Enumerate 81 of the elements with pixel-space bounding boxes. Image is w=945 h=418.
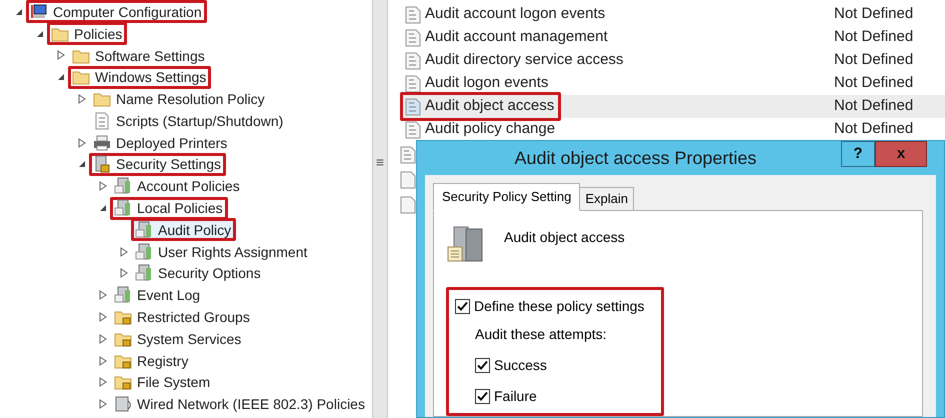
policy-icon: [405, 6, 421, 24]
expanded-arrow-icon[interactable]: [78, 160, 86, 168]
network-icon: [114, 395, 132, 414]
collapsed-arrow-icon[interactable]: [99, 312, 107, 322]
help-button[interactable]: ?: [841, 141, 875, 167]
tree-item[interactable]: System Services: [110, 327, 246, 350]
tab[interactable]: Explain: [579, 187, 634, 211]
policy-icon: [405, 52, 421, 70]
splitter[interactable]: ≡: [372, 0, 388, 418]
tree-item[interactable]: Registry: [110, 349, 194, 372]
expanded-arrow-icon[interactable]: [36, 30, 44, 38]
collapsed-arrow-icon[interactable]: [99, 399, 107, 410]
tree-item[interactable]: Computer Configuration: [26, 0, 207, 24]
checkbox[interactable]: [475, 358, 490, 373]
tree-item[interactable]: Audit Policy: [131, 218, 236, 242]
tree-item[interactable]: Policies: [47, 22, 128, 46]
policy-setting: Not Defined: [834, 73, 914, 94]
policy-setting: Not Defined: [834, 27, 914, 48]
collapsed-arrow-icon[interactable]: [99, 377, 107, 388]
tree-item[interactable]: Windows Settings: [68, 66, 212, 89]
expanded-arrow-icon[interactable]: [57, 73, 65, 82]
printer-icon: [93, 134, 111, 152]
collapsed-arrow-icon[interactable]: [78, 94, 86, 104]
collapsed-arrow-icon[interactable]: [99, 290, 107, 300]
policy-icon: [405, 120, 421, 138]
tree-item[interactable]: Software Settings: [68, 44, 210, 67]
policy-icon: [405, 98, 421, 116]
policy-row[interactable]: Audit logon events Not Defined: [400, 72, 945, 95]
policy-icon: [405, 28, 421, 46]
tree-item[interactable]: File System: [110, 370, 216, 394]
server-icon: [135, 242, 153, 261]
dialog-title: Audit object access Properties: [514, 146, 757, 170]
collapsed-arrow-icon[interactable]: [120, 246, 128, 257]
collapsed-arrow-icon[interactable]: [57, 50, 65, 60]
policy-name-label: Audit object access: [400, 92, 562, 121]
collapsed-arrow-icon[interactable]: [99, 334, 107, 344]
checkbox-label: Define these policy settings: [474, 296, 644, 316]
splitter-grip: ≡: [376, 155, 384, 169]
collapsed-arrow-icon[interactable]: [99, 356, 107, 366]
server-icon: [135, 264, 153, 282]
checkbox[interactable]: [475, 389, 490, 404]
policy-name: Audit object access: [504, 228, 625, 247]
tree-item[interactable]: Deployed Printers: [89, 131, 232, 154]
collapsed-arrow-icon[interactable]: [78, 138, 86, 148]
close-button[interactable]: x: [875, 141, 927, 167]
policy-setting: Not Defined: [834, 119, 914, 140]
collapsed-arrow-icon[interactable]: [120, 268, 128, 278]
policy-row[interactable]: Audit object access Not Defined: [400, 95, 945, 118]
locked-server-icon: [93, 155, 111, 174]
policy-setting: Not Defined: [834, 50, 914, 70]
policy-icon: [405, 74, 421, 92]
tree-item[interactable]: Account Policies: [110, 174, 245, 198]
checkbox-label: Success: [494, 356, 547, 375]
tree-item[interactable]: Wired Network (IEEE 802.3) Policies: [110, 392, 370, 416]
tab[interactable]: Security Policy Setting: [433, 183, 580, 211]
tree-item[interactable]: Event Log: [110, 284, 206, 307]
tree-item[interactable]: Name Resolution Policy: [89, 88, 270, 111]
tree-item[interactable]: Security Settings: [89, 152, 226, 176]
policy-row[interactable]: Audit account management Not Defined: [400, 26, 945, 49]
expanded-arrow-icon[interactable]: [99, 204, 107, 212]
policy-row[interactable]: Audit policy change Not Defined: [400, 118, 945, 141]
checkbox[interactable]: [455, 298, 470, 314]
computer-icon: [30, 2, 48, 21]
script-icon: [93, 112, 111, 130]
tree-item[interactable]: User Rights Assignment: [131, 240, 312, 264]
server-icon: [114, 199, 132, 218]
attempts-label: Audit these attempts:: [475, 325, 608, 344]
tree-item[interactable]: Security Options: [131, 262, 266, 285]
policy-setting: Not Defined: [834, 4, 914, 24]
tree-item[interactable]: Restricted Groups: [110, 306, 255, 329]
list-item-icon: [400, 146, 416, 164]
server-icon: [114, 177, 132, 196]
collapsed-arrow-icon[interactable]: [99, 181, 107, 192]
tree-item[interactable]: Scripts (Startup/Shutdown): [89, 109, 288, 132]
expanded-arrow-icon[interactable]: [15, 8, 23, 16]
policy-setting: Not Defined: [834, 96, 914, 116]
policy-row[interactable]: Audit account logon events Not Defined: [400, 3, 945, 26]
server-icon: [135, 220, 153, 239]
policy-row[interactable]: Audit directory service access Not Defined: [400, 49, 945, 72]
server-icon: [114, 286, 132, 304]
checkbox-label: Failure: [494, 387, 537, 406]
